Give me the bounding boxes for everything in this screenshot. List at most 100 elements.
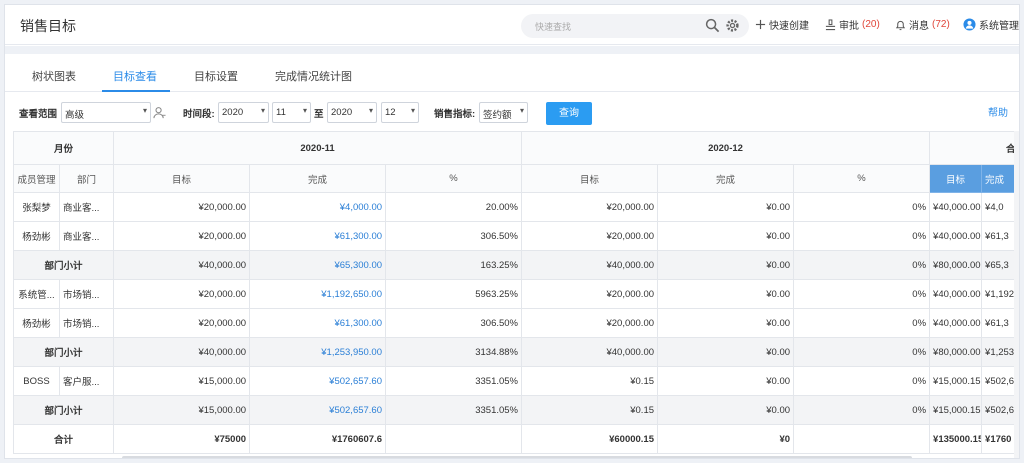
subtotal-label: 部门小计 (13, 250, 115, 280)
percent-cell: 0% (793, 395, 931, 425)
done-link[interactable]: ¥1,192,650.00 (249, 279, 387, 309)
target-cell: ¥40,000.00 (113, 250, 251, 280)
to-month-value: 12 (385, 107, 396, 118)
metric-select[interactable]: 签约额 ▾ (479, 102, 528, 123)
search-icon[interactable] (705, 18, 720, 33)
percent-cell: 0% (793, 221, 931, 251)
query-button[interactable]: 查询 (546, 102, 592, 125)
target-cell: ¥20,000.00 (113, 308, 251, 338)
subtotal-label: 部门小计 (13, 395, 115, 425)
tab-target-view[interactable]: 目标查看 (113, 68, 157, 84)
dept-header: 部门 (58, 164, 115, 193)
tab-tree-chart[interactable]: 树状图表 (32, 68, 76, 84)
percent-cell: 0% (793, 337, 931, 367)
help-link[interactable]: 帮助 (988, 104, 1008, 119)
vertical-scrollbar[interactable] (1014, 131, 1019, 458)
done-link[interactable]: ¥502,657.60 (249, 395, 387, 425)
page-title: 销售目标 (20, 18, 76, 34)
period-header: 2020-12 (521, 131, 931, 165)
percent-cell: 0% (793, 308, 931, 338)
total-target-cell: ¥40,000.00 (929, 192, 983, 222)
quick-create-button[interactable]: 快速创建 (755, 17, 809, 32)
target-table-container[interactable]: 月份 2020-11 2020-12 合计 成员管理 部门 目标 完成 % 目标… (13, 131, 1019, 458)
chevron-down-icon: ▾ (519, 106, 524, 115)
done-link[interactable]: ¥4,000.00 (249, 192, 387, 222)
table-row: 杨劲彬 市场销... ¥20,000.00 ¥61,300.00 306.50% ¥20,… (13, 308, 1019, 338)
approve-count-badge: (20) (862, 19, 880, 30)
approve-button[interactable]: 审批 (20) (825, 17, 880, 32)
done-link[interactable]: ¥502,657.60 (249, 366, 387, 396)
gear-icon[interactable] (725, 18, 740, 33)
done-cell: ¥0.00 (657, 279, 795, 309)
period-header-row: 月份 2020-11 2020-12 合计 (13, 131, 1019, 165)
dept-cell: 商业客... (58, 192, 115, 222)
target-cell: ¥20,000.00 (113, 192, 251, 222)
percent-cell: 0% (793, 250, 931, 280)
total-target-cell: ¥15,000.15 (929, 395, 983, 425)
from-year-select[interactable]: 2020 ▾ (218, 102, 269, 123)
user-menu[interactable]: 系统管理 (963, 17, 1019, 32)
total-target-cell: ¥80,000.00 (929, 250, 983, 280)
messages-button[interactable]: 消息 (72) (895, 17, 950, 32)
target-cell: ¥20,000.00 (521, 308, 659, 338)
dept-cell: 商业客... (58, 221, 115, 251)
percent-cell: 306.50% (385, 221, 523, 251)
chevron-down-icon: ▾ (302, 106, 307, 115)
target-cell: ¥15,000.00 (113, 366, 251, 396)
period-label: 时间段: (183, 109, 215, 120)
tab-bar: 树状图表 目标查看 目标设置 完成情况统计图 (5, 54, 1019, 92)
scope-value: 高级 (65, 110, 85, 121)
chevron-down-icon: ▾ (410, 106, 415, 115)
to-month-select[interactable]: 12 ▾ (381, 102, 419, 123)
percent-cell: 306.50% (385, 308, 523, 338)
user-picker-icon[interactable] (153, 106, 166, 119)
top-header: 销售目标 快速查找 快速创建 审批 (20) 消息 (72) 系统管理 (5, 5, 1019, 45)
total-period-header: 合计 (929, 131, 1019, 165)
percent-cell: 20.00% (385, 192, 523, 222)
period-header: 2020-11 (113, 131, 523, 165)
to-year-select[interactable]: 2020 ▾ (327, 102, 377, 123)
total-target-cell: ¥40,000.00 (929, 279, 983, 309)
messages-label: 消息 (909, 21, 929, 32)
search-input[interactable]: 快速查找 (535, 20, 571, 33)
target-cell: ¥20,000.00 (521, 279, 659, 309)
percent-cell: 163.25% (385, 250, 523, 280)
messages-count-badge: (72) (932, 19, 950, 30)
done-link[interactable]: ¥1760607.6 (249, 424, 387, 454)
total-target-cell: ¥40,000.00 (929, 308, 983, 338)
done-header: 完成 (657, 164, 795, 193)
tab-target-settings[interactable]: 目标设置 (194, 68, 238, 84)
target-cell: ¥20,000.00 (113, 279, 251, 309)
done-link[interactable]: ¥61,300.00 (249, 221, 387, 251)
scope-select[interactable]: 高级 ▾ (61, 102, 151, 123)
target-cell: ¥0.15 (521, 395, 659, 425)
percent-cell: 0% (793, 192, 931, 222)
done-cell: ¥0.00 (657, 221, 795, 251)
done-link[interactable]: ¥1,253,950.00 (249, 337, 387, 367)
horizontal-scrollbar[interactable] (122, 456, 912, 458)
active-tab-indicator (102, 90, 170, 92)
subtotal-row: 部门小计 ¥40,000.00 ¥1,253,950.00 3134.88% ¥40,0… (13, 337, 1019, 367)
to-label: 至 (314, 109, 324, 120)
total-target-cell: ¥40,000.00 (929, 221, 983, 251)
target-cell: ¥20,000.00 (521, 221, 659, 251)
percent-cell: 0% (793, 279, 931, 309)
chevron-down-icon: ▾ (260, 106, 265, 115)
from-month-select[interactable]: 11 ▾ (272, 102, 311, 123)
target-cell: ¥40,000.00 (521, 337, 659, 367)
percent-cell (793, 424, 931, 454)
search-box[interactable]: 快速查找 (521, 14, 749, 38)
dept-cell: 市场销... (58, 279, 115, 309)
table-row: 系统管... 市场销... ¥20,000.00 ¥1,192,650.00 5963.… (13, 279, 1019, 309)
plus-icon (755, 19, 766, 30)
percent-cell: 3351.05% (385, 395, 523, 425)
member-cell: 杨劲彬 (13, 308, 60, 338)
percent-cell: 3134.88% (385, 337, 523, 367)
target-cell: ¥75000 (113, 424, 251, 454)
from-year-value: 2020 (222, 107, 244, 118)
done-link[interactable]: ¥61,300.00 (249, 308, 387, 338)
tab-completion-chart[interactable]: 完成情况统计图 (275, 68, 352, 84)
target-cell: ¥40,000.00 (113, 337, 251, 367)
done-link[interactable]: ¥65,300.00 (249, 250, 387, 280)
done-cell: ¥0 (657, 424, 795, 454)
